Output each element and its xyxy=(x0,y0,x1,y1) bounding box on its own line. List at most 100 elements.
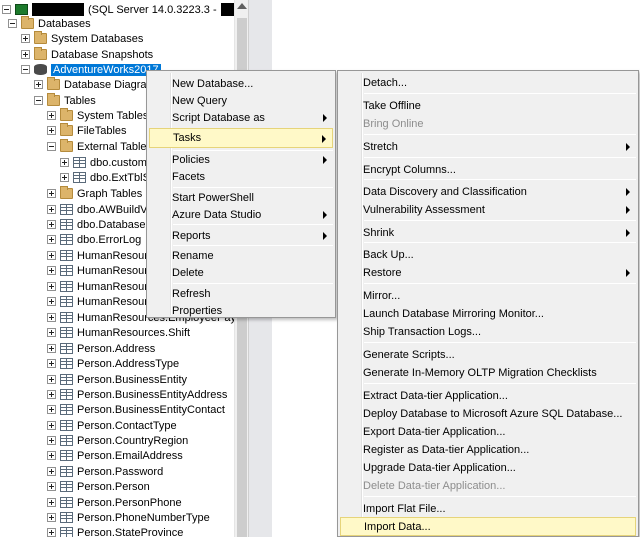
menu-deploy-to-azure[interactable]: Deploy Database to Microsoft Azure SQL D… xyxy=(340,404,636,423)
expand-icon[interactable] xyxy=(47,451,56,460)
tree-row-table[interactable]: Person.EmailAddress xyxy=(47,448,183,463)
tree-row-table[interactable]: Person.BusinessEntityAddress xyxy=(47,387,227,402)
expand-icon[interactable] xyxy=(47,251,56,260)
expand-icon[interactable] xyxy=(21,50,30,59)
menu-encrypt-columns[interactable]: Encrypt Columns... xyxy=(340,160,636,179)
menu-extract-data-tier[interactable]: Extract Data-tier Application... xyxy=(340,386,636,405)
menu-generate-inmemory-checklists[interactable]: Generate In-Memory OLTP Migration Checkl… xyxy=(340,363,636,382)
tree-row-server[interactable]: (SQL Server 14.0.3223.3 - xyxy=(2,2,234,17)
tree-row-table[interactable]: HumanResourc xyxy=(47,279,153,294)
tree-row-table[interactable]: Person.Password xyxy=(47,464,163,479)
menu-mirror[interactable]: Mirror... xyxy=(340,286,636,305)
menu-tasks[interactable]: Tasks xyxy=(149,128,333,148)
menu-facets[interactable]: Facets xyxy=(149,167,333,186)
tree-row-tables[interactable]: Tables xyxy=(34,93,96,108)
tree-row-filetables[interactable]: FileTables xyxy=(47,123,127,138)
menu-shrink[interactable]: Shrink xyxy=(340,223,636,242)
tree-row-external-tables[interactable]: External Tables xyxy=(47,139,152,154)
menu-bring-online[interactable]: Bring Online xyxy=(340,114,636,133)
menu-azure-data-studio[interactable]: Azure Data Studio xyxy=(149,205,333,224)
menu-register-data-tier[interactable]: Register as Data-tier Application... xyxy=(340,440,636,459)
tree-row-table[interactable]: Person.Address xyxy=(47,341,155,356)
expand-icon[interactable] xyxy=(47,111,56,120)
menu-back-up[interactable]: Back Up... xyxy=(340,245,636,264)
expand-icon[interactable] xyxy=(47,436,56,445)
tree-row-table[interactable]: Person.ContactType xyxy=(47,418,177,433)
tree-row-table[interactable]: dbo.DatabaseL xyxy=(47,217,152,232)
collapse-icon[interactable] xyxy=(2,5,11,14)
expand-icon[interactable] xyxy=(47,421,56,430)
tree-row-table[interactable]: Person.CountryRegion xyxy=(47,433,188,448)
expand-icon[interactable] xyxy=(47,390,56,399)
expand-icon[interactable] xyxy=(47,359,56,368)
tree-row-table[interactable]: Person.AddressType xyxy=(47,356,179,371)
expand-icon[interactable] xyxy=(47,266,56,275)
menu-restore[interactable]: Restore xyxy=(340,263,636,282)
expand-icon[interactable] xyxy=(47,297,56,306)
tree-row-table[interactable]: dbo.AWBuildVe xyxy=(47,202,153,217)
tree-row-table[interactable]: Person.BusinessEntityContact xyxy=(47,402,225,417)
expand-icon[interactable] xyxy=(47,528,56,537)
expand-icon[interactable] xyxy=(47,498,56,507)
menu-script-database-as[interactable]: Script Database as xyxy=(149,108,333,127)
tree-row-table[interactable]: Person.PhoneNumberType xyxy=(47,510,210,525)
tree-row-system-databases[interactable]: System Databases xyxy=(21,31,143,46)
expand-icon[interactable] xyxy=(47,482,56,491)
tree-row-table[interactable]: HumanResources.Shift xyxy=(47,325,190,340)
menu-import-flat-file[interactable]: Import Flat File... xyxy=(340,499,636,518)
menu-ship-transaction-logs[interactable]: Ship Transaction Logs... xyxy=(340,322,636,341)
expand-icon[interactable] xyxy=(60,158,69,167)
expand-icon[interactable] xyxy=(34,80,43,89)
expand-icon[interactable] xyxy=(47,375,56,384)
tree-row-table[interactable]: dbo.ErrorLog xyxy=(47,232,141,247)
expand-icon[interactable] xyxy=(47,467,56,476)
expand-icon[interactable] xyxy=(47,282,56,291)
menu-reports[interactable]: Reports xyxy=(149,226,333,245)
menu-delete[interactable]: Delete xyxy=(149,263,333,282)
tree-row-graph-tables[interactable]: Graph Tables xyxy=(47,186,142,201)
tree-row-adventureworks[interactable]: AdventureWorks2017 xyxy=(21,62,161,77)
tree-row-table[interactable]: Person.Person xyxy=(47,479,150,494)
collapse-icon[interactable] xyxy=(8,19,17,28)
tree-row-databases[interactable]: Databases xyxy=(8,16,91,31)
menu-export-data-tier[interactable]: Export Data-tier Application... xyxy=(340,422,636,441)
expand-icon[interactable] xyxy=(47,344,56,353)
expand-icon[interactable] xyxy=(60,173,69,182)
tree-row-table[interactable]: HumanResourc xyxy=(47,248,153,263)
expand-icon[interactable] xyxy=(47,235,56,244)
tree-row-database-snapshots[interactable]: Database Snapshots xyxy=(21,47,153,62)
tree-row-table[interactable]: HumanResourc xyxy=(47,294,153,309)
menu-delete-data-tier[interactable]: Delete Data-tier Application... xyxy=(340,476,636,495)
menu-upgrade-data-tier[interactable]: Upgrade Data-tier Application... xyxy=(340,458,636,477)
tree-row-database-diagrams[interactable]: Database Diagrams xyxy=(34,77,161,92)
menu-import-data[interactable]: Import Data... xyxy=(340,517,636,536)
expand-icon[interactable] xyxy=(47,205,56,214)
tree-row-table[interactable]: Person.BusinessEntity xyxy=(47,372,187,387)
tree-row-dbo-customer[interactable]: dbo.customer xyxy=(60,155,157,170)
expand-icon[interactable] xyxy=(47,220,56,229)
menu-stretch[interactable]: Stretch xyxy=(340,137,636,156)
expand-icon[interactable] xyxy=(47,189,56,198)
menu-vulnerability-assessment[interactable]: Vulnerability Assessment xyxy=(340,200,636,219)
menu-take-offline[interactable]: Take Offline xyxy=(340,96,636,115)
menu-generate-scripts[interactable]: Generate Scripts... xyxy=(340,345,636,364)
collapse-icon[interactable] xyxy=(47,142,56,151)
scroll-up-arrow-icon[interactable] xyxy=(237,3,247,9)
expand-icon[interactable] xyxy=(47,328,56,337)
expand-icon[interactable] xyxy=(47,405,56,414)
expand-icon[interactable] xyxy=(47,126,56,135)
tree-row-table[interactable]: HumanResourc xyxy=(47,263,153,278)
tree-row-dbo-exttblsa[interactable]: dbo.ExtTblSa xyxy=(60,170,156,185)
tree-row-table[interactable]: Person.PersonPhone xyxy=(47,495,182,510)
expand-icon[interactable] xyxy=(47,313,56,322)
menu-launch-mirroring-monitor[interactable]: Launch Database Mirroring Monitor... xyxy=(340,304,636,323)
menu-detach[interactable]: Detach... xyxy=(340,73,636,92)
menu-properties[interactable]: Properties xyxy=(149,301,333,320)
collapse-icon[interactable] xyxy=(34,96,43,105)
expand-icon[interactable] xyxy=(21,34,30,43)
tree-row-system-tables[interactable]: System Tables xyxy=(47,108,148,123)
collapse-icon[interactable] xyxy=(21,65,30,74)
expand-icon[interactable] xyxy=(47,513,56,522)
menu-data-discovery[interactable]: Data Discovery and Classification xyxy=(340,182,636,201)
tree-row-table[interactable]: Person.StateProvince xyxy=(47,525,183,537)
